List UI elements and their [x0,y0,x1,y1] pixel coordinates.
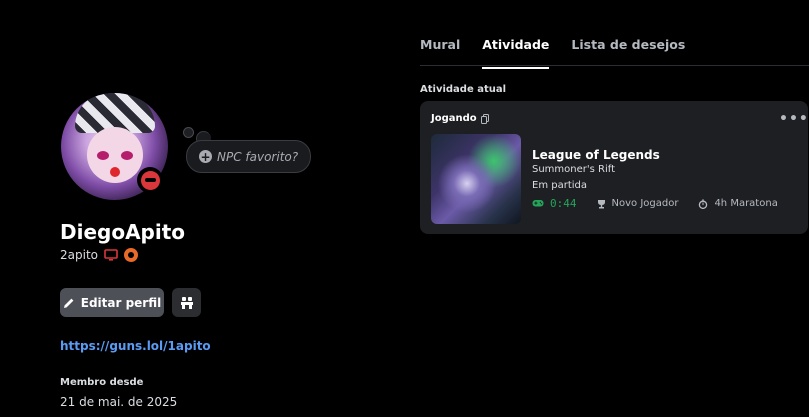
avatar-eye-right [121,151,133,160]
edit-profile-button[interactable]: Editar perfil [60,288,164,317]
activity-header-label: Jogando [431,113,477,124]
plus-circle-icon: + [199,149,212,164]
activity-header: Jogando [431,113,490,124]
monitor-icon[interactable] [104,248,118,262]
more-icon[interactable]: ••• [779,111,809,127]
member-since-label: Membro desde [60,377,144,388]
display-name: DiegoApito [60,220,186,244]
pencil-icon [63,298,74,308]
avatar[interactable] [61,93,168,200]
avatar-face [87,127,143,183]
status-dnd-icon [137,167,163,193]
stopwatch-icon [699,198,708,209]
activity-section-label: Atividade atual [420,84,507,95]
bubble-dot [183,127,194,138]
tab-divider [420,65,809,66]
trophy-icon [597,199,605,208]
username-row: 2apito [60,248,138,262]
game-title: League of Legends [532,148,660,162]
username: 2apito [60,248,98,262]
nitro-shop-button[interactable] [172,288,201,317]
avatar-nose [110,167,120,177]
profile-link[interactable]: https://guns.lol/1apito [60,339,211,353]
gamepad-icon [532,200,544,207]
game-meta-row: 0:44 Novo Jogador 4h Maratona [532,197,778,210]
nitro-badge-icon[interactable] [124,248,138,262]
game-art-image [431,134,521,224]
game-details: Summoner's Rift [532,164,616,175]
tag-novo-jogador: Novo Jogador [611,198,679,209]
tag-maratona: 4h Maratona [714,198,778,209]
game-state: Em partida [532,180,587,191]
avatar-eye-left [97,151,109,160]
npc-favorite-bubble[interactable]: + NPC favorito? [186,140,312,173]
nitro-shop-icon [180,296,193,309]
copy-icon[interactable] [480,113,490,124]
edit-profile-label: Editar perfil [80,295,162,310]
npc-bubble-label: NPC favorito? [217,149,299,164]
elapsed-timer: 0:44 [550,197,577,210]
member-since-date: 21 de mai. de 2025 [60,395,178,409]
